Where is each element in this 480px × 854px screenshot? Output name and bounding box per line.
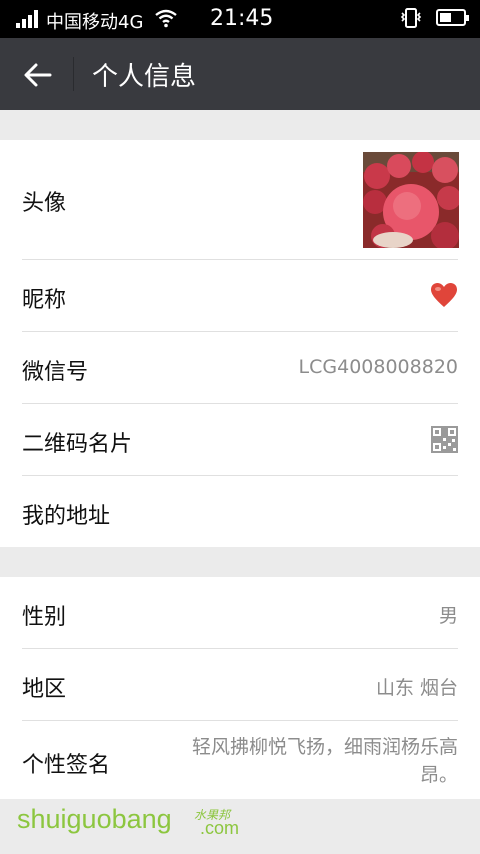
page-title: 个人信息 [92,62,197,92]
header-divider [73,57,74,91]
qr-code-label: 二维码名片 [22,432,133,457]
back-arrow-icon[interactable] [20,58,54,92]
avatar-label: 头像 [22,191,67,216]
carrier-label: 中国移动4G [46,12,144,33]
watermark-domain: .com [200,818,240,838]
address-label: 我的地址 [22,504,111,529]
profile-group: 头像 昵称 微信号 LCG4008008820 二维码名片 我的地址 [0,140,480,547]
row-region[interactable]: 地区 山东 烟台 [0,649,480,721]
status-bar: 中国移动4G 21:45 [0,0,480,38]
row-wechat-id[interactable]: 微信号 LCG4008008820 [0,332,480,404]
row-avatar[interactable]: 头像 [0,140,480,260]
signature-value: 轻风拂柳悦飞扬，细雨润杨乐高昂。 [191,736,458,786]
avatar-image [363,152,459,248]
avatar[interactable] [363,152,459,248]
wechat-id-value: LCG4008008820 [298,356,458,378]
gender-value: 男 [438,605,458,627]
battery-fill [440,13,451,22]
signature-label: 个性签名 [22,753,111,778]
heart-icon [431,283,457,307]
details-group: 性别 男 地区 山东 烟台 个性签名 轻风拂柳悦飞扬，细雨润杨乐高昂。 [0,577,480,799]
wifi-icon [155,9,177,28]
row-address[interactable]: 我的地址 [0,476,480,547]
region-value: 山东 烟台 [375,677,458,699]
watermark-text: shuiguobang [17,804,172,834]
row-gender[interactable]: 性别 男 [0,577,480,649]
gender-label: 性别 [22,605,67,630]
clock: 21:45 [210,6,274,31]
battery-icon [436,9,469,26]
row-signature[interactable]: 个性签名 轻风拂柳悦飞扬，细雨润杨乐高昂。 [0,721,480,799]
vibrate-icon [400,8,422,28]
row-nickname[interactable]: 昵称 [0,260,480,332]
wechat-id-label: 微信号 [22,360,89,385]
region-label: 地区 [22,677,67,702]
qr-code-icon [431,426,458,453]
title-bar: 个人信息 [0,38,480,110]
nickname-label: 昵称 [22,288,67,313]
row-qr-code[interactable]: 二维码名片 [0,404,480,476]
signal-icon [16,10,40,28]
